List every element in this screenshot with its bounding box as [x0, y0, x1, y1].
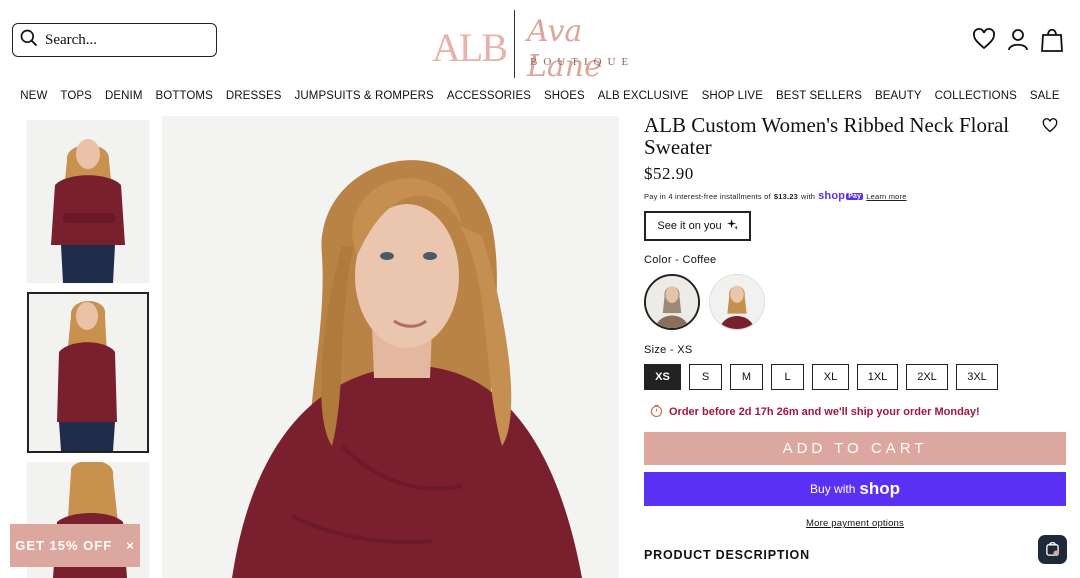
search-input[interactable]: [45, 31, 205, 49]
shop-pay-logo-pay: Pay: [846, 192, 864, 200]
size-option-s[interactable]: S: [689, 364, 722, 390]
main-navigation: NEW TOPS DENIM BOTTOMS DRESSES JUMPSUITS…: [0, 90, 1080, 102]
nav-item-collections[interactable]: COLLECTIONS: [935, 90, 1017, 102]
nav-item-shoes[interactable]: SHOES: [544, 90, 585, 102]
logo-subtitle: BOUTIQUE: [530, 56, 635, 68]
installments-with: with: [800, 191, 816, 201]
size-option-1xl[interactable]: 1XL: [857, 364, 898, 390]
nav-item-new[interactable]: NEW: [20, 90, 47, 102]
nav-item-shop-live[interactable]: SHOP LIVE: [702, 90, 763, 102]
size-option-m[interactable]: M: [730, 364, 763, 390]
search-icon[interactable]: [19, 28, 39, 53]
shop-pay-logo-shop: shop: [818, 190, 846, 202]
nav-item-accessories[interactable]: ACCESSORIES: [447, 90, 531, 102]
wishlist-heart-icon[interactable]: [1042, 118, 1060, 134]
add-to-cart-button[interactable]: ADD TO CART: [644, 432, 1066, 465]
nav-item-beauty[interactable]: BEAUTY: [875, 90, 922, 102]
see-it-label: See it on you: [657, 220, 722, 232]
product-thumbnail-selected[interactable]: [27, 292, 149, 453]
size-option-xs[interactable]: XS: [644, 364, 681, 390]
product-description-heading[interactable]: PRODUCT DESCRIPTION: [644, 548, 1068, 562]
close-icon[interactable]: ×: [126, 538, 135, 553]
nav-item-alb-exclusive[interactable]: ALB EXCLUSIVE: [598, 90, 689, 102]
account-user-icon[interactable]: [1006, 26, 1030, 52]
search-box[interactable]: [12, 23, 217, 57]
sparkle-icon: [726, 219, 738, 233]
product-info-panel: ALB Custom Women's Ribbed Neck Floral Sw…: [644, 114, 1068, 562]
size-option-l[interactable]: L: [771, 364, 804, 390]
promo-label: GET 15% OFF: [15, 538, 113, 553]
stopwatch-icon: [650, 404, 663, 420]
size-options: XS S M L XL 1XL 2XL 3XL: [644, 364, 1068, 390]
order-notice-text: Order before 2d 17h 26m and we'll ship y…: [669, 406, 980, 418]
shop-pay-installments: Pay in 4 interest-free installments of $…: [644, 190, 1068, 202]
size-option-2xl[interactable]: 2XL: [906, 364, 948, 390]
logo-divider: [514, 10, 515, 78]
nav-item-best-sellers[interactable]: BEST SELLERS: [776, 90, 862, 102]
color-swatch-burgundy[interactable]: [709, 274, 765, 330]
header-icons: [972, 26, 1064, 52]
nav-item-bottoms[interactable]: BOTTOMS: [156, 90, 213, 102]
logo-script: Ava Lane: [527, 14, 602, 84]
wishlist-heart-icon[interactable]: [972, 26, 996, 52]
site-header: ALB Ava Lane BOUTIQUE: [0, 0, 1080, 84]
nav-item-tops[interactable]: TOPS: [60, 90, 92, 102]
product-thumbnail[interactable]: [27, 120, 149, 283]
learn-more-link[interactable]: Learn more: [866, 192, 906, 201]
product-title: ALB Custom Women's Ribbed Neck Floral Sw…: [644, 113, 1010, 159]
nav-item-jumpsuits[interactable]: JUMPSUITS & ROMPERS: [295, 90, 434, 102]
size-option-xl[interactable]: XL: [812, 364, 849, 390]
size-label: Size - XS: [644, 344, 693, 356]
nav-item-dresses[interactable]: DRESSES: [226, 90, 282, 102]
size-option-3xl[interactable]: 3XL: [956, 364, 998, 390]
product-price: $52.90: [644, 164, 694, 183]
color-swatch-coffee[interactable]: [644, 274, 700, 330]
color-label: Color - Coffee: [644, 254, 717, 266]
nav-item-sale[interactable]: SALE: [1030, 90, 1060, 102]
logo-monogram: ALB: [432, 25, 508, 70]
shop-pay-logo: shop Pay: [818, 190, 864, 202]
installments-text: Pay in 4 interest-free installments of: [644, 191, 771, 201]
nav-item-denim[interactable]: DENIM: [105, 90, 143, 102]
shop-pay-logo: shop: [859, 479, 900, 498]
buy-with-shop-button[interactable]: Buy with shop: [644, 472, 1066, 506]
discount-popup-button[interactable]: GET 15% OFF ×: [10, 524, 140, 567]
brand-logo[interactable]: ALB Ava Lane BOUTIQUE: [430, 10, 650, 84]
see-it-on-you-button[interactable]: See it on you: [644, 211, 751, 241]
chat-widget-icon[interactable]: [1038, 535, 1067, 564]
color-swatches: [644, 274, 1068, 330]
shipping-countdown: Order before 2d 17h 26m and we'll ship y…: [644, 404, 1068, 420]
installment-amount: $13.23: [773, 191, 798, 201]
buy-with-label: Buy with: [810, 482, 856, 496]
main-product-image[interactable]: [162, 116, 619, 578]
more-payment-options-link[interactable]: More payment options: [644, 518, 1066, 529]
shopping-bag-icon[interactable]: [1040, 26, 1064, 52]
